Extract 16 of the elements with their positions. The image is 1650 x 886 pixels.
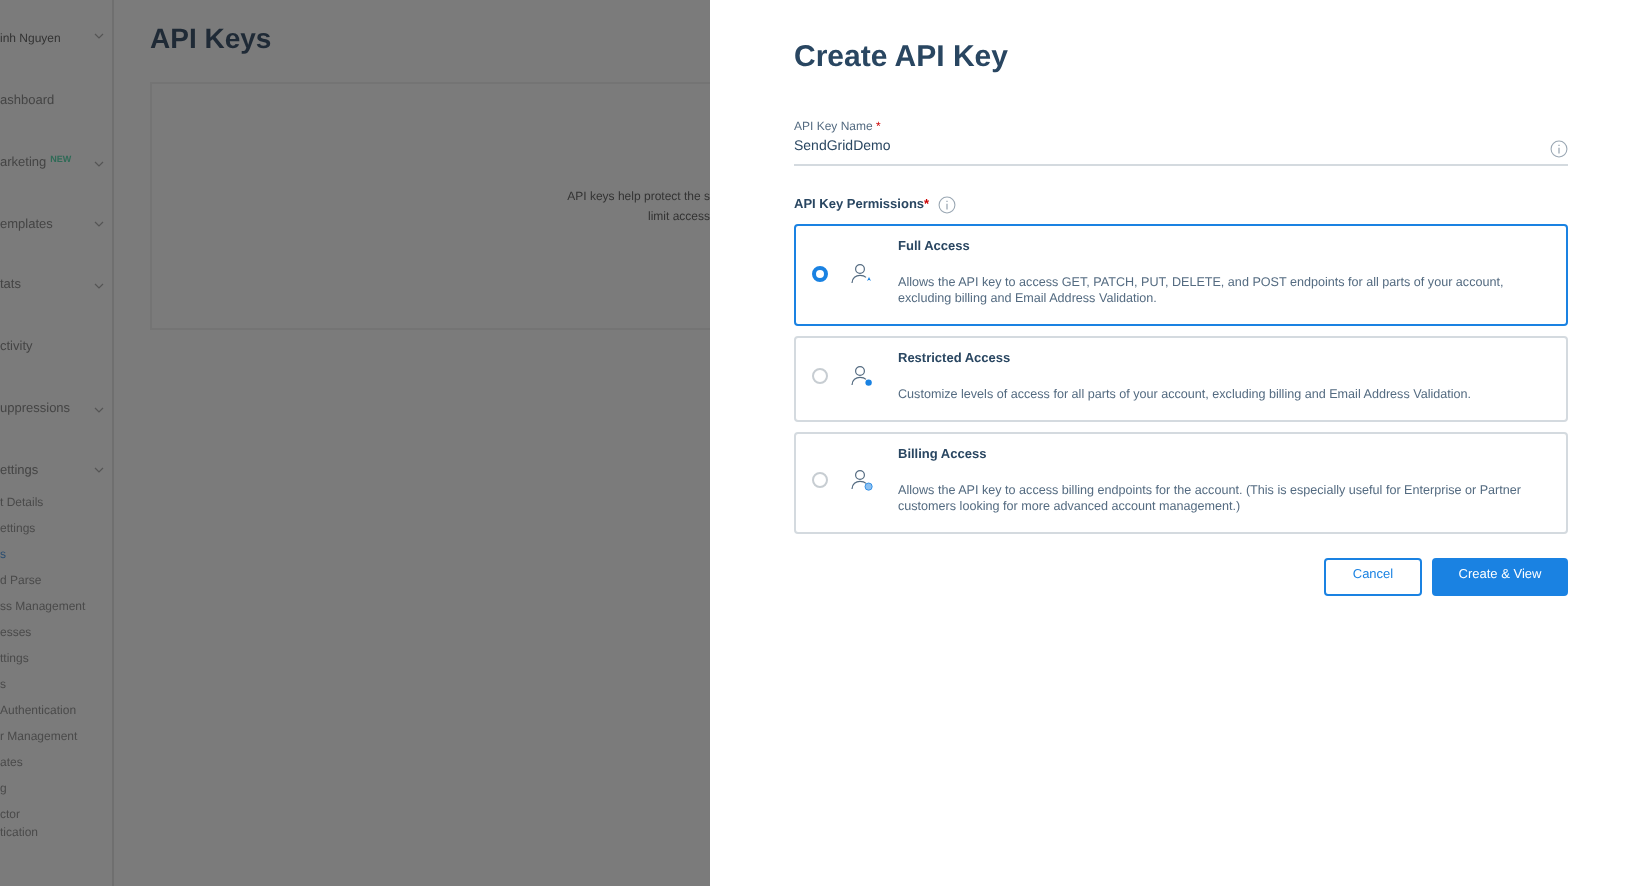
page-title: API Keys <box>150 22 274 56</box>
chevron-icon <box>94 32 104 40</box>
chevron-icon <box>94 282 104 291</box>
info-icon[interactable] <box>1550 139 1568 158</box>
drawer-title: Create API Key <box>794 40 1010 76</box>
chevron-icon <box>94 159 104 168</box>
radio-button[interactable] <box>812 265 828 282</box>
radio-button[interactable] <box>812 472 828 489</box>
radio-button[interactable] <box>812 368 828 385</box>
user-icon <box>850 261 874 286</box>
user-icon <box>850 364 874 389</box>
chevron-icon <box>94 405 104 414</box>
chevron-icon <box>94 220 104 229</box>
info-icon[interactable] <box>937 195 956 214</box>
user-icon <box>850 468 874 493</box>
chevron-icon <box>94 466 104 475</box>
